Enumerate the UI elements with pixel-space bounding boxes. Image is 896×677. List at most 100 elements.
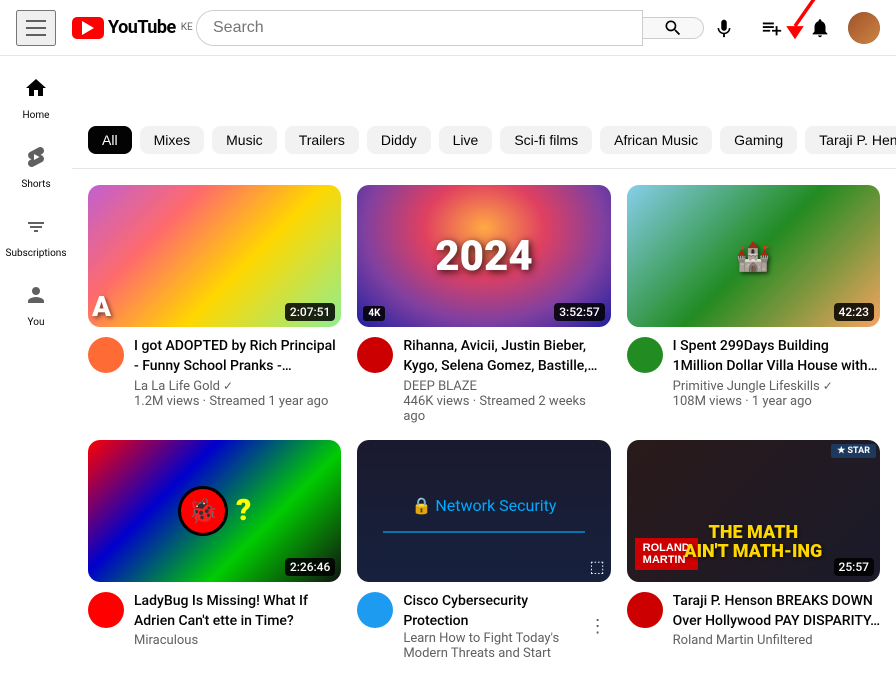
video-card-6[interactable]: ROLANDMARTIN THE MATHAIN'T MATH-ING ★ ST… (627, 440, 880, 662)
avatar[interactable] (848, 12, 880, 44)
video-info-4: LadyBug Is Missing! What If Adrien Can't… (88, 582, 341, 648)
sidebar-home-label: Home (23, 110, 50, 121)
channel-avatar-4 (88, 592, 124, 628)
thumbnail-3: 🏰 42:23 (627, 185, 880, 327)
channel-name-4: Miraculous (134, 633, 341, 648)
channel-avatar-1 (88, 337, 124, 373)
shorts-icon (24, 145, 48, 175)
video-info-3: I Spent 299Days Building 1Million Dollar… (627, 327, 880, 408)
search-input[interactable] (197, 11, 642, 45)
video-meta-3: I Spent 299Days Building 1Million Dollar… (673, 337, 880, 408)
video-info-6: Taraji P. Henson BREAKS DOWN Over Hollyw… (627, 582, 880, 648)
sidebar-item-you[interactable]: You (0, 271, 72, 340)
external-icon-5: ⬚ (590, 557, 605, 576)
video-grid: A 2:07:51 I got ADOPTED by Rich Principa… (72, 169, 896, 677)
filter-bar: All Mixes Music Trailers Diddy Live Sci-… (72, 112, 896, 169)
video-title-4: LadyBug Is Missing! What If Adrien Can't… (134, 592, 341, 631)
avatar-image (848, 12, 880, 44)
you-icon (24, 283, 48, 313)
video-stats-5: Learn How to Fight Today's Modern Threat… (403, 631, 574, 661)
channel-avatar-5 (357, 592, 393, 628)
channel-name-6: Roland Martin Unfiltered (673, 633, 880, 648)
create-icon (761, 17, 783, 39)
channel-avatar-3 (627, 337, 663, 373)
chip-diddy[interactable]: Diddy (367, 126, 431, 154)
more-options-5[interactable]: ⋮ (585, 592, 611, 661)
chip-all[interactable]: All (88, 126, 132, 154)
logo-text: YouTube (108, 17, 176, 38)
header-left: YouTube KE (16, 10, 196, 46)
chip-african-music[interactable]: African Music (600, 126, 712, 154)
channel-avatar-2 (357, 337, 393, 373)
channel-name-3: Primitive Jungle Lifeskills ✓ (673, 379, 880, 394)
video-title-1: I got ADOPTED by Rich Principal - Funny … (134, 337, 341, 376)
sidebar-shorts-label: Shorts (21, 179, 50, 190)
video-card-5[interactable]: 🔒 Network Security ⬚ Cisco Cybersecurity… (357, 440, 610, 662)
video-meta-6: Taraji P. Henson BREAKS DOWN Over Hollyw… (673, 592, 880, 648)
chip-live[interactable]: Live (439, 126, 493, 154)
mic-icon (713, 17, 735, 39)
thumbnail-5: 🔒 Network Security ⬚ (357, 440, 610, 582)
channel-name-1: La La Life Gold ✓ (134, 379, 341, 394)
video-title-3: I Spent 299Days Building 1Million Dollar… (673, 337, 880, 376)
video-info-5: Cisco Cybersecurity Protection Learn How… (357, 582, 610, 661)
duration-6: 25:57 (834, 558, 874, 576)
sidebar: Home Shorts Subscriptions You (0, 56, 72, 575)
chip-music[interactable]: Music (212, 126, 277, 154)
thumbnail-6: ROLANDMARTIN THE MATHAIN'T MATH-ING ★ ST… (627, 440, 880, 582)
duration-2: 3:52:57 (554, 303, 604, 321)
chip-taraji[interactable]: Taraji P. Henson (805, 126, 896, 154)
sidebar-item-home[interactable]: Home (0, 64, 72, 133)
channel-avatar-6 (627, 592, 663, 628)
verified-badge-1: ✓ (223, 379, 233, 393)
duration-4: 2:26:46 (285, 558, 335, 576)
bell-icon (809, 17, 831, 39)
video-meta-1: I got ADOPTED by Rich Principal - Funny … (134, 337, 341, 408)
search-bar (196, 10, 704, 46)
chip-scifi[interactable]: Sci-fi films (500, 126, 592, 154)
notifications-button[interactable] (800, 8, 840, 48)
subscriptions-icon (24, 214, 48, 244)
chip-trailers[interactable]: Trailers (285, 126, 359, 154)
channel-name-2: DEEP BLAZE (403, 379, 610, 394)
video-card-4[interactable]: 🐞 ? 2:26:46 LadyBug Is Missing! What If … (88, 440, 341, 662)
sidebar-subscriptions-label: Subscriptions (6, 248, 67, 259)
chip-mixes[interactable]: Mixes (140, 126, 205, 154)
menu-button[interactable] (16, 10, 56, 46)
search-icon (663, 18, 683, 38)
search-input-wrap (196, 10, 643, 46)
sidebar-you-label: You (28, 317, 45, 328)
video-card-1[interactable]: A 2:07:51 I got ADOPTED by Rich Principa… (88, 185, 341, 424)
thumbnail-1: A 2:07:51 (88, 185, 341, 327)
youtube-logo-icon (72, 17, 104, 39)
country-code: KE (181, 22, 193, 33)
mic-button[interactable] (704, 8, 744, 48)
video-meta-5: Cisco Cybersecurity Protection Learn How… (403, 592, 574, 661)
video-stats-1: 1.2M views · Streamed 1 year ago (134, 394, 341, 409)
thumbnail-4: 🐞 ? 2:26:46 (88, 440, 341, 582)
header: YouTube KE (0, 0, 896, 56)
home-icon (24, 76, 48, 106)
header-right (704, 8, 880, 48)
thumbnail-2: 2024 4K 3:52:57 (357, 185, 610, 327)
video-stats-2: 446K views · Streamed 2 weeks ago (403, 394, 610, 424)
video-title-6: Taraji P. Henson BREAKS DOWN Over Hollyw… (673, 592, 880, 631)
video-stats-3: 108M views · 1 year ago (673, 394, 880, 409)
create-button[interactable] (752, 8, 792, 48)
main-content: All Mixes Music Trailers Diddy Live Sci-… (72, 112, 896, 677)
duration-3: 42:23 (834, 303, 874, 321)
sidebar-item-subscriptions[interactable]: Subscriptions (0, 202, 72, 271)
logo[interactable]: YouTube KE (72, 17, 193, 39)
res-badge-2: 4K (363, 306, 385, 321)
video-meta-2: Rihanna, Avicii, Justin Bieber, Kygo, Se… (403, 337, 610, 423)
video-info-2: Rihanna, Avicii, Justin Bieber, Kygo, Se… (357, 327, 610, 423)
video-card-2[interactable]: 2024 4K 3:52:57 Rihanna, Avicii, Justin … (357, 185, 610, 424)
sidebar-item-shorts[interactable]: Shorts (0, 133, 72, 202)
verified-badge-3: ✓ (823, 379, 833, 393)
search-button[interactable] (643, 17, 704, 39)
chip-gaming[interactable]: Gaming (720, 126, 797, 154)
video-card-3[interactable]: 🏰 42:23 I Spent 299Days Building 1Millio… (627, 185, 880, 424)
duration-1: 2:07:51 (285, 303, 335, 321)
video-title-5: Cisco Cybersecurity Protection (403, 592, 574, 631)
video-meta-4: LadyBug Is Missing! What If Adrien Can't… (134, 592, 341, 648)
